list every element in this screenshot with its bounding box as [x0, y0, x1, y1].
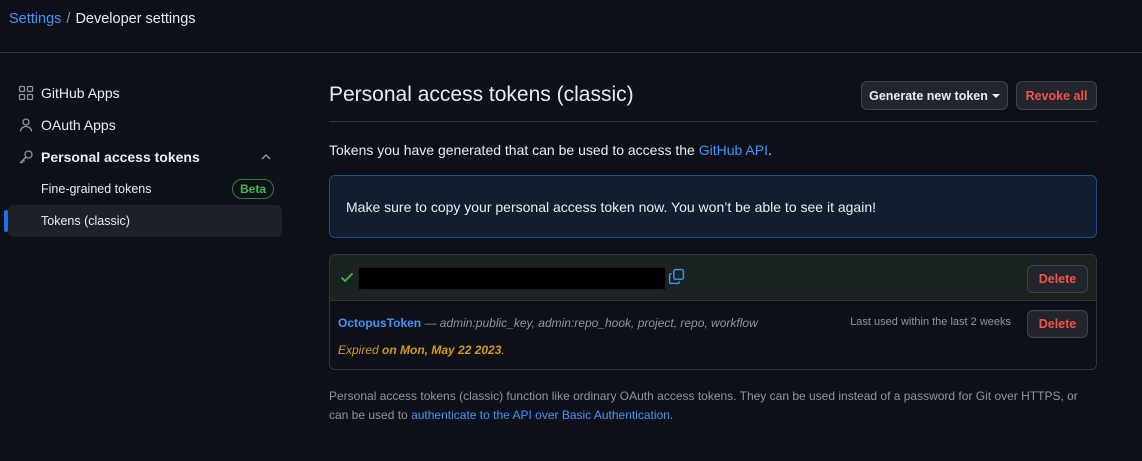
- revoke-all-button[interactable]: Revoke all: [1016, 81, 1097, 110]
- token-list: Delete OctopusToken — admin:public_key, …: [329, 254, 1097, 370]
- beta-badge: Beta: [231, 179, 274, 199]
- token-description: OctopusToken — admin:public_key, admin:r…: [338, 316, 758, 330]
- intro-text-body: Tokens you have generated that can be us…: [329, 142, 699, 158]
- copy-token-flash-notice: Make sure to copy your personal access t…: [329, 175, 1097, 238]
- check-icon: [340, 272, 354, 283]
- token-expiry: Expired on Mon, May 22 2023.: [338, 343, 505, 357]
- copy-icon[interactable]: [668, 268, 685, 285]
- breadcrumb: Settings / Developer settings: [9, 10, 196, 28]
- sidebar-item-label: Tokens (classic): [41, 214, 130, 228]
- delete-token-button[interactable]: Delete: [1027, 310, 1088, 338]
- breadcrumb-current: Developer settings: [75, 11, 196, 27]
- footer-note-end: .: [669, 408, 674, 422]
- footer-note: Personal access tokens (classic) functio…: [329, 387, 1097, 425]
- sidebar-item-tokens-classic[interactable]: Tokens (classic): [4, 205, 282, 237]
- token-expired-suffix: .: [501, 343, 505, 357]
- sidebar-item-personal-access-tokens[interactable]: Personal access tokens: [8, 141, 282, 173]
- token-row: OctopusToken — admin:public_key, admin:r…: [330, 301, 1096, 369]
- page-title: Personal access tokens (classic): [329, 83, 634, 106]
- token-name-link[interactable]: OctopusToken: [338, 316, 421, 330]
- delete-new-token-button[interactable]: Delete: [1027, 265, 1088, 293]
- sidebar-item-github-apps[interactable]: GitHub Apps: [8, 77, 282, 109]
- sidebar-item-label: GitHub Apps: [41, 85, 120, 101]
- sidebar-item-label: Personal access tokens: [41, 149, 200, 165]
- token-expired-prefix: Expired: [338, 343, 379, 357]
- sidebar-item-label: Fine-grained tokens: [41, 182, 152, 196]
- breadcrumb-settings-link[interactable]: Settings: [9, 11, 61, 27]
- github-api-link[interactable]: GitHub API: [699, 142, 768, 158]
- intro-text: Tokens you have generated that can be us…: [329, 142, 772, 158]
- token-scopes: — admin:public_key, admin:repo_hook, pro…: [421, 316, 758, 330]
- basic-auth-link[interactable]: authenticate to the API over Basic Authe…: [411, 408, 670, 422]
- chevron-up-icon[interactable]: [258, 149, 274, 165]
- generate-new-token-label: Generate new token: [869, 88, 988, 103]
- new-token-value[interactable]: [358, 267, 666, 290]
- caret-down-icon: [991, 93, 1000, 98]
- apps-grid-icon: [18, 85, 34, 101]
- sidebar-item-oauth-apps[interactable]: OAuth Apps: [8, 109, 282, 141]
- new-token-row: Delete: [330, 255, 1096, 301]
- breadcrumb-separator: /: [66, 11, 71, 27]
- generate-new-token-button[interactable]: Generate new token: [861, 81, 1008, 110]
- key-icon: [18, 149, 34, 165]
- sidebar-nav: GitHub Apps OAuth Apps Personal access t…: [4, 77, 282, 237]
- token-expired-date: on Mon, May 22 2023: [382, 343, 502, 357]
- sidebar-item-label: OAuth Apps: [41, 117, 116, 133]
- person-icon: [18, 117, 34, 133]
- main-content: Personal access tokens (classic) Generat…: [329, 77, 1097, 422]
- token-last-used: Last used within the last 2 weeks: [850, 316, 1011, 328]
- top-header: Settings / Developer settings: [0, 0, 1142, 53]
- intro-text-end: .: [767, 142, 772, 158]
- sidebar-item-fine-grained-tokens[interactable]: Fine-grained tokens Beta: [8, 173, 282, 205]
- page-header: Personal access tokens (classic) Generat…: [329, 77, 1097, 122]
